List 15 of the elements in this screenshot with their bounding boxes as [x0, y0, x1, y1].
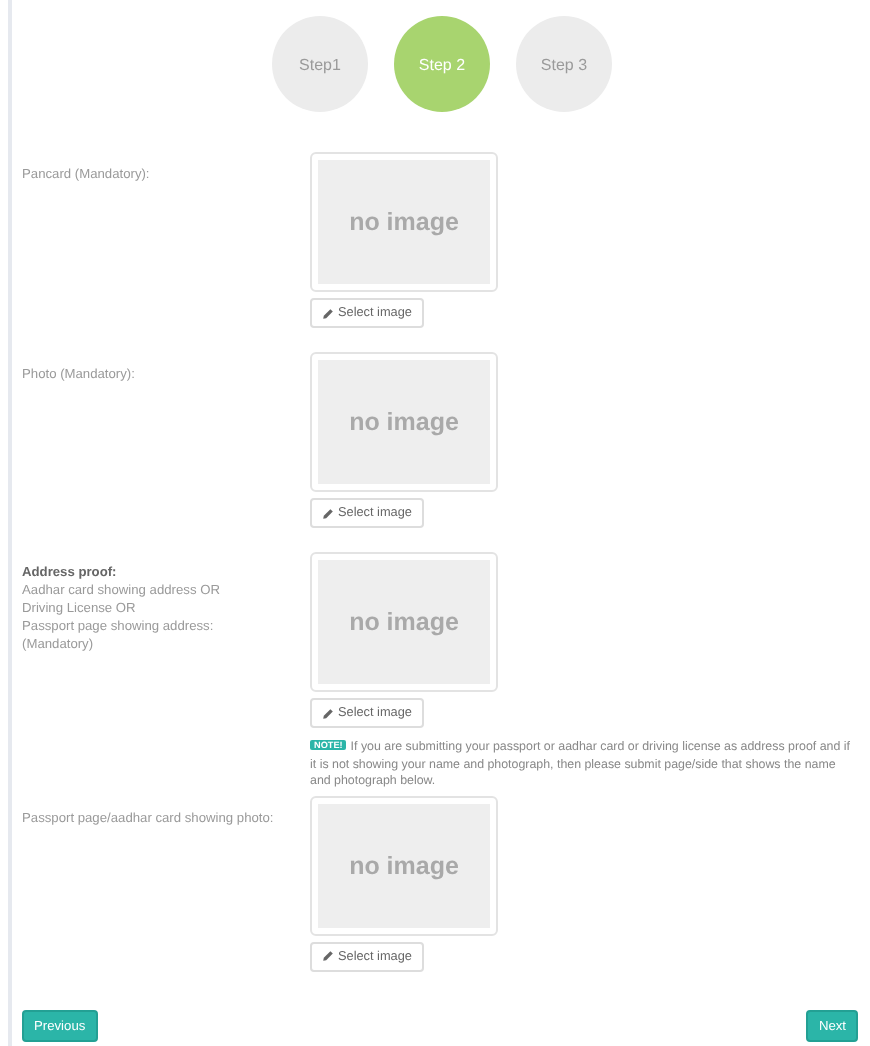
pencil-icon	[322, 507, 334, 519]
image-field[interactable]: no image	[318, 160, 490, 284]
no-image-text: no image	[349, 408, 459, 436]
step-circle[interactable]: Step 2	[394, 16, 490, 112]
image-field[interactable]: no image	[318, 360, 490, 484]
step-circle[interactable]: Step 3	[516, 16, 612, 112]
image-field[interactable]: no image	[318, 803, 490, 928]
no-image-text: no image	[349, 851, 459, 880]
step-circle[interactable]: Step1	[272, 16, 368, 112]
pencil-icon	[322, 307, 334, 319]
pencil-icon	[322, 707, 334, 719]
no-image-text: no image	[349, 208, 459, 236]
no-image-text: no image	[349, 608, 459, 636]
pencil-icon	[322, 950, 334, 963]
image-field[interactable]: no image	[318, 560, 490, 684]
